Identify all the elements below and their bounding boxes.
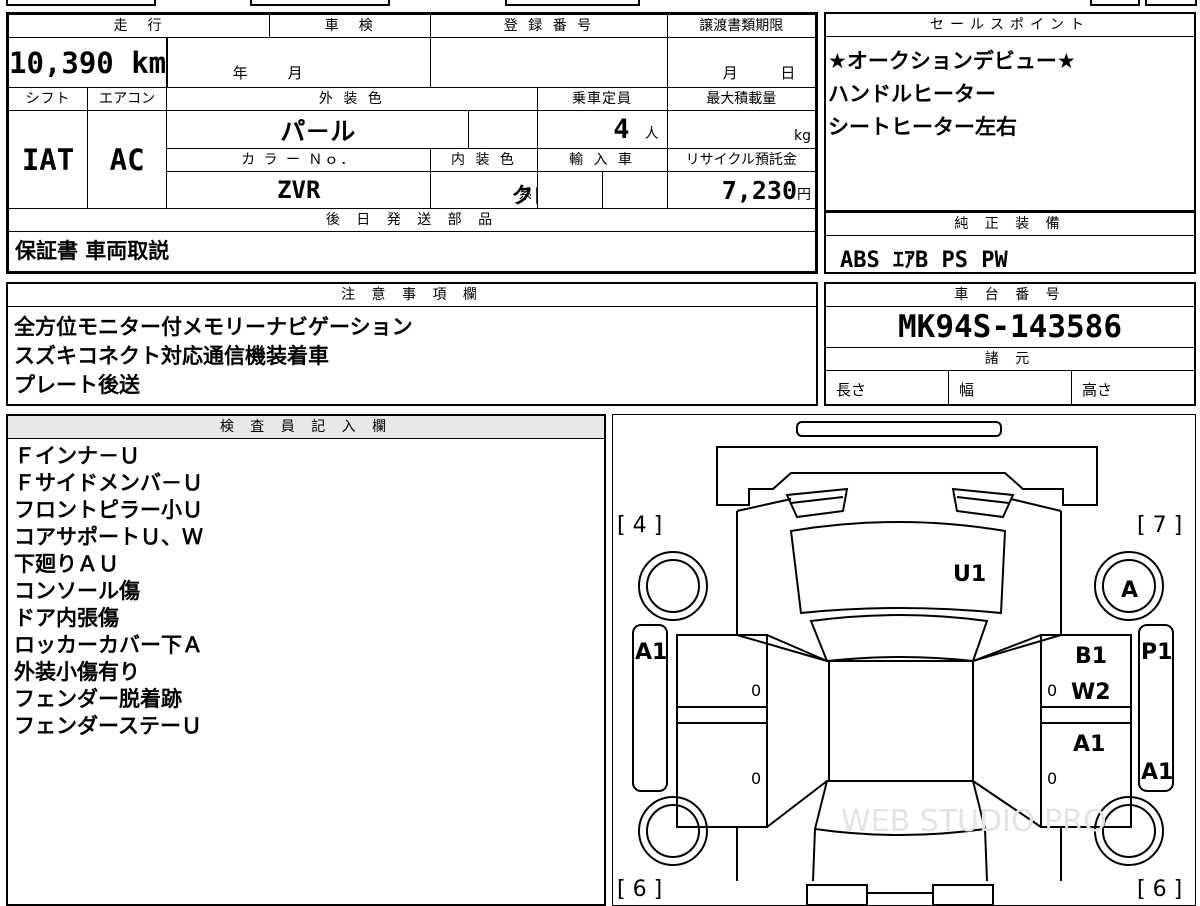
- chassis-header: 車 台 番 号: [826, 284, 1194, 307]
- rear-bumper-right: [932, 884, 994, 905]
- front-bumper: [796, 421, 1002, 437]
- mark-right-front-door: B1: [1075, 644, 1107, 669]
- registration-value: [430, 37, 668, 88]
- top-tab: [1145, 0, 1197, 6]
- mark-front-right-wheel: A: [1121, 578, 1138, 603]
- tread-front-left: [ 4 ]: [617, 513, 662, 538]
- exterior-color-extra: [468, 110, 538, 149]
- import-cell-2: [601, 171, 668, 209]
- exterior-color-value: パ－ル: [166, 110, 470, 149]
- windshield: [809, 614, 989, 663]
- note-line: プレート後送: [14, 373, 140, 397]
- mark-zero-lf: 0: [751, 681, 761, 700]
- sales-points-box: セールスポイント ★オークションデビュー★ ハンドルヒーター シートヒーター左右: [824, 12, 1196, 212]
- shift-header: シフト: [7, 87, 89, 111]
- car-diagram-box: [ 4 ] [ 7 ] [ 6 ] [ 6 ] U1 A A1 B1 P1 W2…: [612, 414, 1196, 906]
- later-parts-header: 後 日 発 送 部 品: [8, 208, 816, 232]
- mark-left-front: A1: [635, 640, 667, 665]
- capacity-header: 乗車定員: [536, 87, 668, 111]
- car-diagram: [ 4 ] [ 7 ] [ 6 ] [ 6 ] U1 A A1 B1 P1 W2…: [617, 421, 1182, 905]
- exterior-color-header: 外 装 色: [166, 87, 538, 111]
- mark-hood: U1: [953, 562, 986, 587]
- notes-header: 注 意 事 項 欄: [8, 284, 816, 307]
- inspection-date: 年 月: [166, 37, 432, 88]
- registration-header: 登 録 番 号: [430, 14, 668, 38]
- spec-width: 幅: [949, 371, 1072, 405]
- mileage-header: 走 行: [7, 14, 271, 38]
- inspection-year-label: 年: [232, 64, 248, 82]
- front-left-wheel: [638, 551, 708, 621]
- rear-left-wheel: [638, 796, 708, 866]
- sales-point-line: ★オークションデビュー★: [828, 49, 1076, 73]
- interior-color-header: 内 装 色: [430, 148, 538, 172]
- inspector-line: コアサポートＵ、Ｗ: [14, 525, 203, 549]
- vehicle-spec-table: 走 行 車 検 登 録 番 号 譲渡書類期限 10,390 km 年 月 月 日…: [6, 12, 818, 274]
- sales-point-line: シートヒーター左右: [828, 115, 1017, 139]
- genuine-equipment-header: 純 正 装 備: [826, 212, 1194, 236]
- genuine-equipment-value: ABS ｴｱB PS PW: [840, 248, 1008, 273]
- note-line: スズキコネクト対応通信機装着車: [14, 344, 329, 368]
- recycle-header: リサイクル預託金: [666, 148, 817, 172]
- mileage-value: 10,390 km: [7, 37, 168, 88]
- max-load-header: 最大積載量: [666, 87, 817, 111]
- mark-zero-lr: 0: [751, 769, 761, 788]
- inspector-line: 下廻りＡＵ: [14, 552, 119, 576]
- aircon-header: エアコン: [87, 87, 168, 111]
- mark-zero-rr: 0: [1047, 769, 1057, 788]
- chassis-number: MK94S-143586: [826, 307, 1194, 348]
- top-tab: [505, 0, 640, 6]
- inspector-line: Ｆインナ－Ｕ: [14, 444, 140, 468]
- front-body: [716, 446, 1098, 506]
- tread-front-right: [ 7 ]: [1137, 513, 1182, 538]
- max-load-value: kg: [666, 110, 817, 149]
- genuine-equipment-box: 純 正 装 備 ABS ｴｱB PS PW: [824, 212, 1196, 274]
- spec-height: 高さ: [1082, 381, 1113, 399]
- top-tab: [1090, 0, 1140, 6]
- aircon-value: AC: [87, 110, 168, 209]
- color-no-header: カ ラ ー Ｎｏ．: [166, 148, 432, 172]
- inspector-line: フェンダー脱着跡: [14, 687, 182, 711]
- import-header: 輸 入 車: [536, 148, 668, 172]
- inspector-line: コンソール傷: [14, 579, 140, 603]
- left-doors: [676, 634, 768, 828]
- mark-right-rear: A1: [1141, 760, 1173, 785]
- transfer-deadline-value: 月 日: [666, 37, 817, 88]
- mark-right-front-door2: W2: [1071, 680, 1111, 705]
- inspector-line: ドア内張傷: [14, 606, 119, 630]
- inspector-line: Ｆサイドメンバ－Ｕ: [14, 471, 203, 495]
- inspector-header: 検 査 員 記 入 欄: [8, 416, 604, 439]
- inspector-line: フェンダーステーＵ: [14, 714, 202, 738]
- inspector-line: 外装小傷有り: [14, 660, 140, 684]
- inspector-line: フロントピラー小Ｕ: [14, 498, 203, 522]
- inspection-header: 車 検: [269, 14, 432, 38]
- interior-color-value: クロ 系: [430, 171, 538, 209]
- import-cell-1: [536, 171, 603, 209]
- tread-rear-left: [ 6 ]: [617, 877, 662, 902]
- mark-right-rear-door: A1: [1073, 732, 1105, 757]
- sales-points-header: セールスポイント: [826, 14, 1194, 37]
- spec-length: 長さ: [826, 371, 949, 405]
- capacity-value: 4 人: [536, 110, 668, 149]
- chassis-box: 車 台 番 号 MK94S-143586 諸 元 長さ 幅 高さ: [824, 282, 1196, 406]
- mark-right-front-pillar: P1: [1141, 640, 1172, 665]
- tread-rear-right: [ 6 ]: [1137, 877, 1182, 902]
- roof: [828, 660, 974, 782]
- top-tab: [250, 0, 390, 6]
- spec-header: 諸 元: [826, 348, 1194, 371]
- rear-bumper-left: [806, 884, 868, 905]
- top-tab: [6, 0, 156, 6]
- sales-point-line: ハンドルヒーター: [828, 82, 996, 106]
- mark-zero-rf: 0: [1047, 681, 1057, 700]
- note-line: 全方位モニター付メモリーナビゲーション: [14, 315, 413, 339]
- inspector-box: 検 査 員 記 入 欄 Ｆインナ－Ｕ Ｆサイドメンバ－Ｕ フロントピラー小Ｕ コ…: [6, 414, 606, 906]
- watermark: WEB STUDIO PRO: [841, 804, 1107, 839]
- recycle-value: 7,230円: [666, 171, 817, 209]
- later-parts-value: 保証書 車両取説: [8, 231, 816, 272]
- inspector-line: ロッカーカバー下Ａ: [14, 633, 203, 657]
- transfer-deadline-header: 譲渡書類期限: [666, 14, 817, 38]
- color-no-value: ZVR: [166, 171, 432, 209]
- notes-box: 注 意 事 項 欄 全方位モニター付メモリーナビゲーション スズキコネクト対応通…: [6, 282, 818, 406]
- shift-value: IAT: [7, 110, 89, 209]
- inspection-month-label: 月: [287, 64, 303, 82]
